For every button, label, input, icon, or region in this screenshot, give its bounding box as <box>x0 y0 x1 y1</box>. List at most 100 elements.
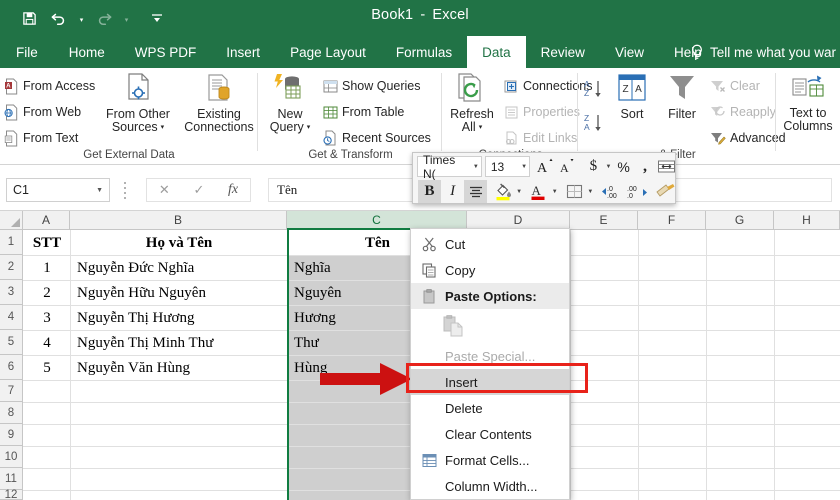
ribbon-existing-connections[interactable]: Existing Connections <box>182 73 256 134</box>
ribbon-from-other-sources[interactable]: From Other Sources ▾ <box>100 73 176 134</box>
accounting-format-icon[interactable]: $ <box>583 155 604 178</box>
tab-insert[interactable]: Insert <box>211 36 275 68</box>
ribbon-from-text[interactable]: From Text <box>4 126 78 150</box>
cell-b4[interactable]: Nguyễn Thị Hương <box>73 306 287 330</box>
row-header-5[interactable]: 5 <box>0 330 23 355</box>
tab-view[interactable]: View <box>600 36 659 68</box>
tab-page-layout[interactable]: Page Layout <box>275 36 381 68</box>
paste-values-icon[interactable] <box>443 309 463 343</box>
ribbon-refresh-all[interactable]: Refresh All ▾ <box>446 73 498 134</box>
cancel-icon[interactable]: ✕ <box>159 182 170 198</box>
cell-b6[interactable]: Nguyễn Văn Hùng <box>73 356 287 380</box>
column-header-b[interactable]: B <box>70 211 287 230</box>
ribbon-filter[interactable]: Filter <box>660 73 704 121</box>
new-query-chevron-down-icon[interactable]: ▾ <box>307 121 311 134</box>
ribbon-show-queries[interactable]: Show Queries <box>323 74 421 98</box>
ribbon-new-query[interactable]: New Query ▾ <box>263 73 317 134</box>
fill-color-icon[interactable] <box>491 180 514 203</box>
cell-a2[interactable]: 1 <box>24 256 70 280</box>
cell-b5[interactable]: Nguyễn Thị Minh Thư <box>73 331 287 355</box>
cell-a4[interactable]: 3 <box>24 306 70 330</box>
context-menu-item-column-width[interactable]: Column Width... <box>411 473 569 499</box>
row-header-10[interactable]: 10 <box>0 446 23 468</box>
context-menu-item-insert[interactable]: Insert <box>411 369 569 395</box>
sort-za-icon[interactable]: ZA <box>583 112 605 136</box>
row-header-6[interactable]: 6 <box>0 355 23 380</box>
context-menu-item-clear-contents[interactable]: Clear Contents <box>411 421 569 447</box>
column-header-f[interactable]: F <box>638 211 706 230</box>
shrink-font-icon[interactable]: A <box>556 155 577 178</box>
tell-me-box[interactable]: Tell me what you war <box>690 36 840 68</box>
sort-az-icon[interactable]: AZ <box>583 78 605 102</box>
from-other-sources-chevron-down-icon[interactable]: ▾ <box>161 121 165 134</box>
context-menu-item-format-cells[interactable]: Format Cells... <box>411 447 569 473</box>
percent-format-icon[interactable]: % <box>613 155 634 178</box>
cell-b1[interactable]: Họ và Tên <box>71 231 287 255</box>
font-color-icon[interactable]: A <box>527 180 550 203</box>
cell-a1[interactable]: STT <box>24 231 70 255</box>
font-name-selector[interactable]: Times N( ▼ <box>417 153 482 181</box>
tab-file[interactable]: File <box>0 36 54 68</box>
column-header-h[interactable]: H <box>774 211 840 230</box>
cell-a6[interactable]: 5 <box>24 356 70 380</box>
row-header-7[interactable]: 7 <box>0 380 23 402</box>
ribbon-from-table[interactable]: From Table <box>323 100 404 124</box>
column-header-a[interactable]: A <box>23 211 70 230</box>
format-cells-icon <box>419 447 439 473</box>
font-name-chevron-down-icon[interactable]: ▼ <box>471 164 481 170</box>
select-all-corner[interactable] <box>0 211 23 230</box>
tab-wps-pdf[interactable]: WPS PDF <box>120 36 212 68</box>
font-size-selector[interactable]: 13 ▼ <box>484 156 531 177</box>
name-box-chevron-down-icon[interactable]: ▼ <box>96 187 103 194</box>
context-menu-item-cut[interactable]: Cut <box>411 231 569 257</box>
increase-decimal-icon[interactable]: .0.00 <box>598 180 625 203</box>
bold-glyph: B <box>424 183 435 199</box>
context-menu-item-copy[interactable]: Copy <box>411 257 569 283</box>
grow-font-icon[interactable]: A <box>535 155 556 178</box>
ribbon-recent-sources[interactable]: Recent Sources <box>323 126 431 150</box>
row-header-12[interactable]: 12 <box>0 489 23 500</box>
row-header-3[interactable]: 3 <box>0 280 23 305</box>
accounting-chevron-down-icon[interactable]: ▼ <box>604 164 613 170</box>
font-color-chevron-down-icon[interactable]: ▼ <box>550 189 560 195</box>
cell-b3[interactable]: Nguyễn Hữu Nguyên <box>73 281 287 305</box>
bold-icon[interactable]: B <box>418 180 442 203</box>
italic-icon[interactable]: I <box>441 180 464 203</box>
row-header-11[interactable]: 11 <box>0 468 23 490</box>
formula-bar-grip[interactable] <box>124 182 128 199</box>
row-header-9[interactable]: 9 <box>0 424 23 446</box>
column-header-e[interactable]: E <box>570 211 638 230</box>
ribbon-sort[interactable]: ZA Sort <box>611 73 653 121</box>
borders-chevron-down-icon[interactable]: ▼ <box>586 189 596 195</box>
row-header-4[interactable]: 4 <box>0 305 23 330</box>
refresh-all-chevron-down-icon[interactable]: ▾ <box>479 121 483 134</box>
cell-a3[interactable]: 2 <box>24 281 70 305</box>
cell-a5[interactable]: 4 <box>24 331 70 355</box>
row-header-8[interactable]: 8 <box>0 402 23 424</box>
enter-icon[interactable]: ✓ <box>193 182 204 198</box>
context-menu-paste-gallery[interactable] <box>411 309 569 343</box>
context-menu-item-delete[interactable]: Delete <box>411 395 569 421</box>
fill-color-chevron-down-icon[interactable]: ▼ <box>514 189 524 195</box>
tab-home[interactable]: Home <box>54 36 120 68</box>
align-icon[interactable] <box>464 180 488 203</box>
tab-data[interactable]: Data <box>467 36 526 68</box>
tab-review[interactable]: Review <box>526 36 600 68</box>
ribbon-from-web[interactable]: From Web <box>4 100 81 124</box>
tab-formulas[interactable]: Formulas <box>381 36 467 68</box>
decrease-decimal-icon[interactable]: .00.0 <box>625 180 652 203</box>
name-box[interactable]: C1 ▼ <box>6 178 110 202</box>
borders-icon[interactable] <box>563 180 586 203</box>
row-header-2[interactable]: 2 <box>0 255 23 280</box>
cell-b2[interactable]: Nguyễn Đức Nghĩa <box>73 256 287 280</box>
merge-center-icon[interactable] <box>656 155 677 178</box>
row-header-1[interactable]: 1 <box>0 230 23 255</box>
column-header-g[interactable]: G <box>706 211 774 230</box>
comma-format-icon[interactable]: , <box>634 155 655 178</box>
existing-connections-icon <box>203 73 235 105</box>
insert-function-icon[interactable]: fx <box>228 182 238 198</box>
ribbon-text-to-columns[interactable]: Text to Columns <box>779 73 837 133</box>
format-painter-icon[interactable] <box>652 180 677 203</box>
ribbon-from-access[interactable]: A From Access <box>4 74 95 98</box>
font-size-chevron-down-icon[interactable]: ▼ <box>519 164 529 170</box>
